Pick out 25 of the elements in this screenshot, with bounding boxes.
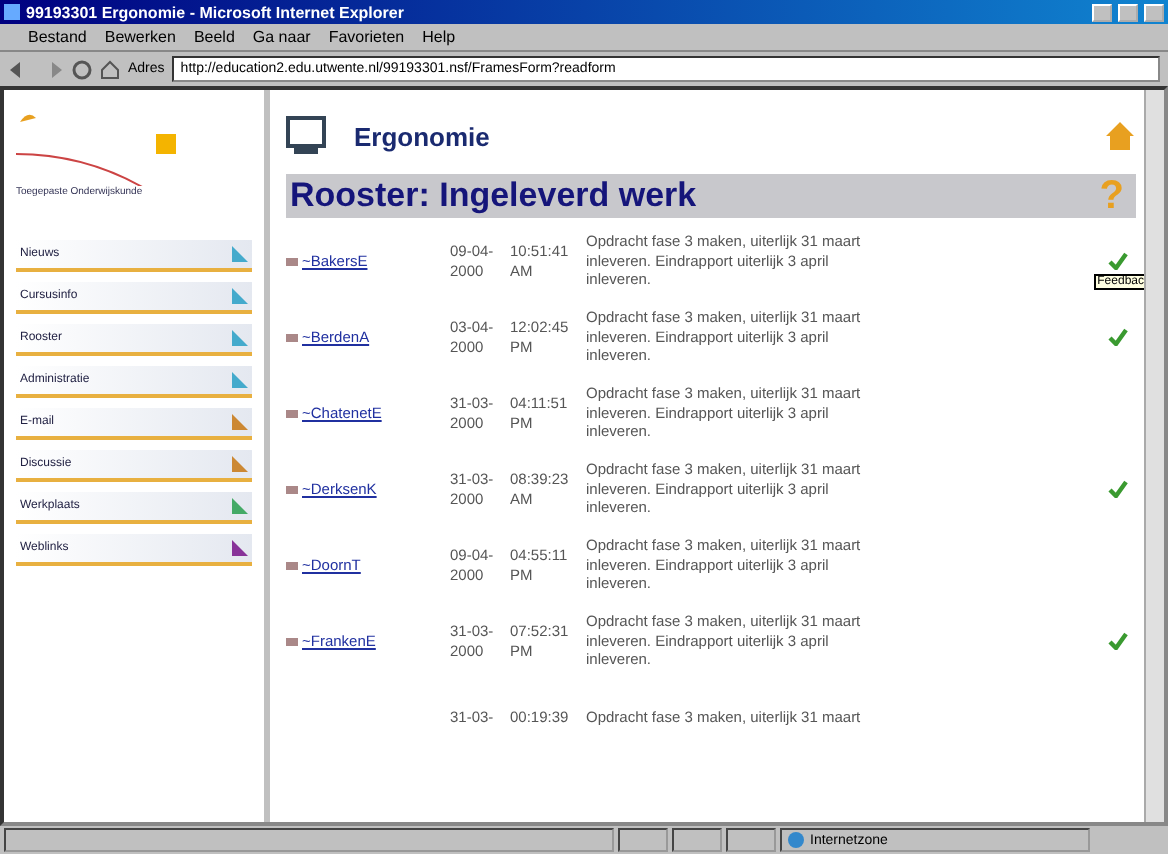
refresh-icon[interactable] bbox=[72, 59, 92, 79]
minimize-button[interactable] bbox=[1092, 3, 1112, 21]
close-button[interactable] bbox=[1144, 3, 1164, 21]
monitor-icon bbox=[286, 116, 326, 156]
menu-item[interactable]: Bestand bbox=[28, 28, 87, 46]
menu-item[interactable]: Bewerken bbox=[104, 28, 176, 46]
menu-item[interactable]: Help bbox=[422, 28, 456, 46]
maximize-button[interactable] bbox=[1118, 3, 1138, 21]
menu-item[interactable]: Beeld bbox=[193, 28, 235, 46]
document-icon bbox=[286, 485, 298, 493]
document-icon bbox=[286, 637, 298, 645]
course-title: Ergonomie bbox=[354, 121, 492, 151]
browser-icon bbox=[4, 4, 20, 20]
document-icon bbox=[286, 561, 298, 569]
globe-icon bbox=[788, 832, 804, 848]
document-icon bbox=[286, 409, 298, 417]
home-icon[interactable] bbox=[1104, 120, 1136, 152]
section-heading: Rooster: Ingeleverd werk bbox=[290, 176, 697, 216]
scrollbar[interactable] bbox=[1144, 90, 1164, 822]
menu-item[interactable]: Favorieten bbox=[328, 28, 405, 46]
document-icon bbox=[286, 333, 298, 341]
menu-item[interactable]: Ga naar bbox=[252, 28, 311, 46]
document-icon bbox=[286, 257, 298, 265]
home-icon[interactable] bbox=[100, 59, 120, 79]
window-title: 99193301 Ergonomie - Microsoft Internet Explorer bbox=[26, 3, 406, 21]
